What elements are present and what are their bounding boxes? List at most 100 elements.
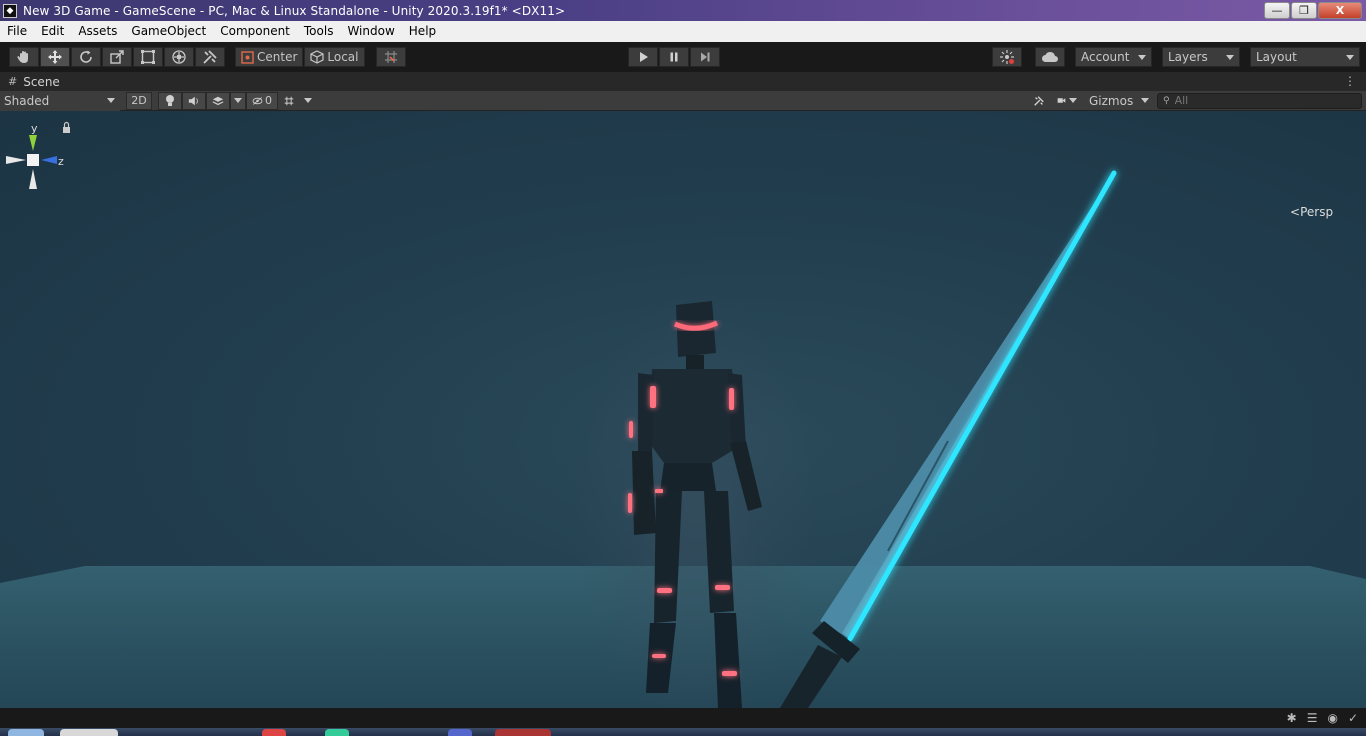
draw-mode-label: Shaded [4,93,50,108]
chevron-down-icon [1138,54,1146,60]
taskbar-app-red[interactable] [495,729,551,736]
cache-server-icon[interactable]: ☰ [1307,711,1318,725]
cube-icon [310,50,324,64]
more-options-icon[interactable]: ⋮ [1344,74,1356,88]
scene-effects-toggle[interactable] [206,91,230,110]
gizmos-dropdown[interactable]: Gizmos [1083,92,1155,110]
window-title-bar[interactable]: ◆ New 3D Game - GameScene - PC, Mac & Li… [0,0,1366,21]
projection-label: Persp [1300,205,1334,219]
tab-scene-label: Scene [23,74,60,89]
cloud-icon [1042,51,1058,62]
menu-bar: File Edit Assets GameObject Component To… [0,21,1366,42]
menu-file[interactable]: File [0,21,34,42]
menu-component[interactable]: Component [213,21,297,42]
move-icon [48,50,62,64]
taskbar-app-chrome[interactable] [262,729,286,736]
chevron-down-icon [107,98,115,103]
scene-view-toolbar: Shaded 2D 0 Gizmos ⚲ All [0,90,1366,111]
layers-label: Layers [1168,50,1208,64]
rotate-tool-button[interactable] [71,47,101,67]
rect-tool-button[interactable] [133,47,163,67]
custom-tool-button[interactable] [195,47,225,67]
layers-dropdown[interactable]: Layers [1162,47,1240,67]
hand-icon [17,51,28,63]
gizmo-y-axis-cone[interactable] [29,135,37,151]
gizmo-x-axis-cone[interactable] [6,156,26,164]
draw-mode-dropdown[interactable]: Shaded [0,90,120,111]
scene-viewport[interactable]: y z <Persp [0,111,1366,708]
collab-button[interactable] [992,47,1022,67]
space-label: Local [327,50,359,64]
menu-gameobject[interactable]: GameObject [124,21,213,42]
bug-icon[interactable]: ✱ [1287,711,1297,725]
lighting-progress-icon[interactable]: ◉ [1327,711,1337,725]
minimize-button[interactable]: — [1264,2,1290,19]
layout-dropdown[interactable]: Layout [1250,47,1360,67]
tools-icon [1034,95,1044,106]
step-icon [700,52,709,62]
gizmo-center-cube[interactable] [27,154,39,166]
scene-search-input[interactable]: ⚲ All [1157,92,1362,109]
step-button[interactable] [689,47,720,67]
toggle-2d-button[interactable]: 2D [126,91,152,110]
scene-lighting-toggle[interactable] [158,91,182,110]
scene-grid-icon: # [8,75,18,88]
scene-camera-button[interactable] [1051,92,1083,110]
chevron-down-icon [1346,54,1354,60]
orientation-gizmo[interactable]: y z [0,111,90,221]
menu-help[interactable]: Help [402,21,443,42]
menu-tools[interactable]: Tools [297,21,341,42]
hand-tool-button[interactable] [9,47,39,67]
camera-icon [1057,98,1066,103]
tab-scene[interactable]: # Scene [0,72,68,91]
speaker-icon [188,96,198,105]
maximize-button[interactable]: ❐ [1291,2,1317,19]
taskbar-app-green[interactable] [325,729,349,736]
rect-transform-icon [141,50,155,64]
transform-tool-button[interactable] [164,47,194,67]
play-icon [639,52,648,62]
scene-visibility-toggle[interactable]: 0 [246,91,278,110]
cloud-button[interactable] [1035,47,1065,67]
menu-assets[interactable]: Assets [71,21,124,42]
scene-audio-toggle[interactable] [182,91,206,110]
chevron-down-icon [234,98,242,103]
taskbar-app-blue[interactable] [448,729,472,736]
menu-edit[interactable]: Edit [34,21,71,42]
pause-button[interactable] [658,47,689,67]
scene-tab-bar: # Scene ⋮ [0,72,1366,91]
account-dropdown[interactable]: Account [1075,47,1152,67]
status-bar: ✱ ☰ ◉ ✓ [0,708,1366,728]
menu-window[interactable]: Window [340,21,401,42]
scene-grid-toggle[interactable] [278,92,300,110]
scene-tools-button[interactable] [1027,92,1051,110]
pivot-label: Center [257,50,298,64]
gizmo-neg-y-axis-cone[interactable] [29,169,37,189]
lock-icon[interactable] [63,121,70,134]
hidden-count: 0 [265,94,272,107]
chevron-down-icon [304,98,312,103]
toggle-2d-label: 2D [131,94,147,107]
scale-tool-button[interactable] [102,47,132,67]
grid-snapping-button[interactable] [375,47,406,67]
play-button[interactable] [627,47,658,67]
chevron-down-icon [1141,98,1149,103]
close-button[interactable]: X [1318,2,1362,19]
window-title: New 3D Game - GameScene - PC, Mac & Linu… [23,3,566,18]
start-button[interactable] [8,729,44,736]
pivot-center-toggle[interactable]: Center [235,47,304,67]
layout-label: Layout [1256,50,1297,64]
grid-options-dropdown[interactable] [300,92,316,110]
move-tool-button[interactable] [40,47,70,67]
gizmo-z-axis-cone[interactable] [41,156,57,164]
hidden-eye-icon [252,96,263,105]
taskbar-app-unity[interactable] [60,729,118,736]
scene-effects-dropdown[interactable] [230,91,246,110]
auto-generate-lighting-icon[interactable]: ✓ [1348,711,1358,725]
scene-render [0,170,1366,708]
projection-toggle[interactable]: <Persp [1290,205,1333,219]
pivot-space-toggle[interactable]: Local [304,47,365,67]
tools-icon [203,50,217,64]
grid-snap-icon [384,51,397,63]
main-toolbar: Center Local Account Layers Layout [0,42,1366,72]
